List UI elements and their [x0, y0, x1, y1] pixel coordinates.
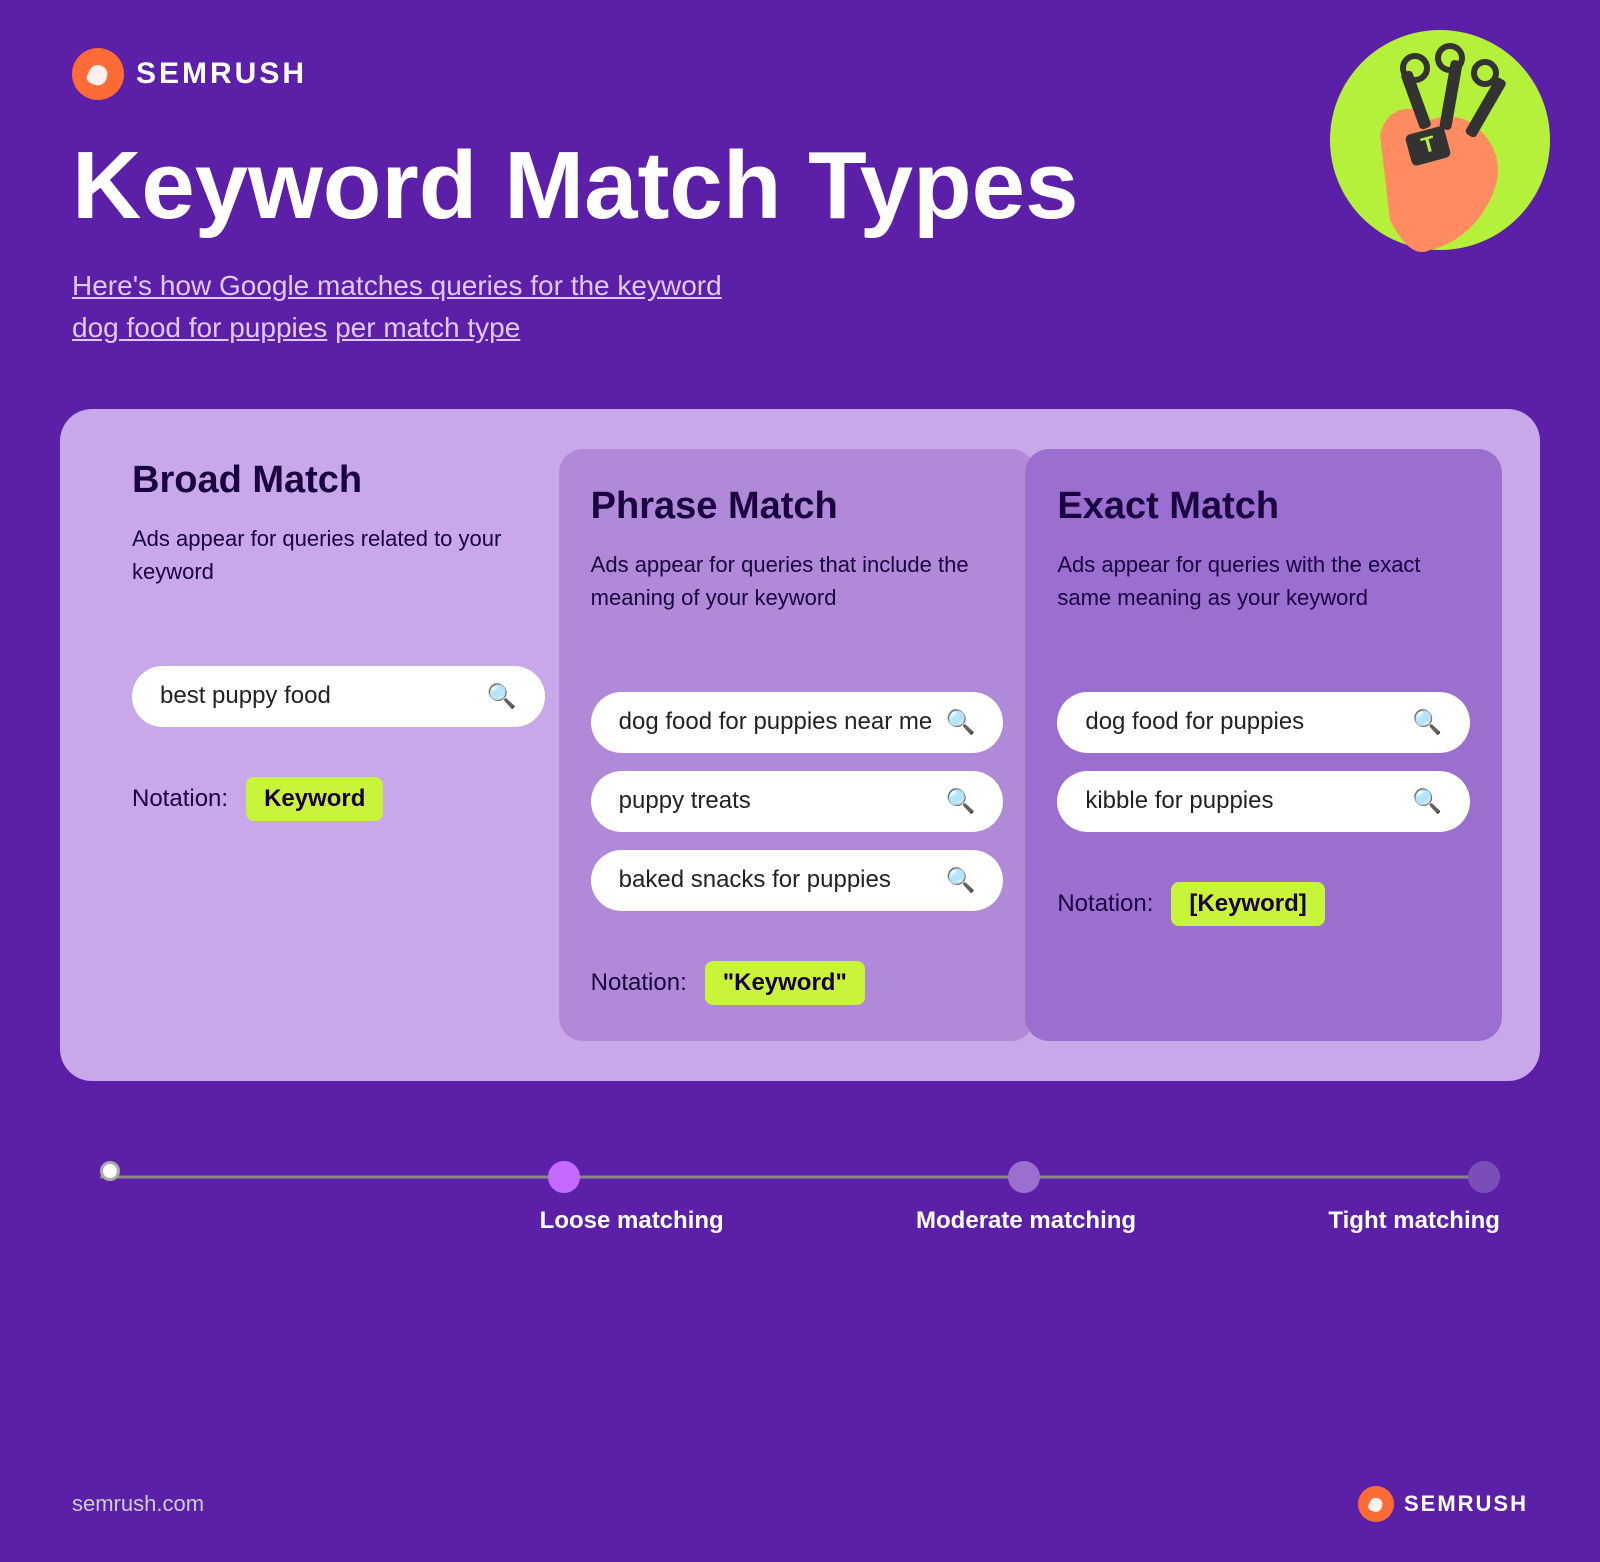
exact-match-queries: dog food for puppies 🔍 kibble for puppie…: [1057, 692, 1470, 832]
phrase-query-1-text: dog food for puppies near me: [619, 708, 933, 736]
exact-query-2: kibble for puppies 🔍: [1057, 771, 1470, 832]
timeline-label-moderate: Moderate matching: [916, 1207, 1136, 1235]
exact-notation-label: Notation:: [1057, 890, 1153, 918]
timeline-dot-start: [100, 1161, 120, 1181]
exact-query-1: dog food for puppies 🔍: [1057, 692, 1470, 753]
footer-brand-text: SEMRUSH: [1404, 1491, 1528, 1517]
timeline-label-loose: Loose matching: [540, 1207, 724, 1235]
broad-match-title: Broad Match: [132, 459, 545, 502]
timeline-spacer: [100, 1207, 347, 1235]
subtitle-keyword: dog food for puppies: [72, 312, 327, 343]
main-card: Broad Match Ads appear for queries relat…: [60, 409, 1540, 1081]
broad-query-1: best puppy food 🔍: [132, 666, 545, 727]
exact-notation-badge: [Keyword]: [1171, 882, 1324, 926]
timeline-section: Loose matching Moderate matching Tight m…: [0, 1121, 1600, 1265]
subtitle-prefix: Here's how Google matches queries for th…: [72, 270, 722, 301]
footer-url: semrush.com: [72, 1491, 204, 1517]
phrase-notation-label: Notation:: [591, 969, 687, 997]
broad-notation-row: Notation: Keyword: [132, 777, 545, 821]
search-icon: 🔍: [945, 787, 975, 816]
phrase-match-title: Phrase Match: [591, 485, 1004, 528]
footer-logo: SEMRUSH: [1358, 1486, 1528, 1522]
phrase-match-column: Phrase Match Ads appear for queries that…: [559, 449, 1036, 1041]
broad-match-description: Ads appear for queries related to your k…: [132, 522, 545, 622]
exact-notation-row: Notation: [Keyword]: [1057, 882, 1470, 926]
broad-notation-badge: Keyword: [246, 777, 383, 821]
phrase-query-3-text: baked snacks for puppies: [619, 866, 891, 894]
semrush-logo-icon: [72, 48, 124, 100]
search-icon: 🔍: [1412, 708, 1442, 737]
exact-match-description: Ads appear for queries with the exact sa…: [1057, 548, 1470, 648]
exact-query-1-text: dog food for puppies: [1085, 708, 1304, 736]
logo-text: SEMRUSH: [136, 57, 307, 91]
phrase-query-2: puppy treats 🔍: [591, 771, 1004, 832]
timeline-dot-loose: [548, 1161, 580, 1193]
subtitle-suffix-text: per match type: [335, 312, 520, 343]
timeline-track: [100, 1171, 1500, 1183]
timeline-dot-moderate: [1008, 1161, 1040, 1193]
phrase-notation-row: Notation: "Keyword": [591, 961, 1004, 1005]
broad-match-column: Broad Match Ads appear for queries relat…: [108, 459, 569, 1031]
phrase-query-2-text: puppy treats: [619, 787, 751, 815]
phrase-match-description: Ads appear for queries that include the …: [591, 548, 1004, 648]
phrase-match-queries: dog food for puppies near me 🔍 puppy tre…: [591, 692, 1004, 911]
timeline-label-tight: Tight matching: [1328, 1207, 1500, 1235]
header: SEMRUSH Keyword Match Types Here's how G…: [0, 0, 1600, 369]
footer: semrush.com SEMRUSH: [72, 1486, 1528, 1522]
phrase-query-3: baked snacks for puppies 🔍: [591, 850, 1004, 911]
broad-match-queries: best puppy food 🔍: [132, 666, 545, 727]
broad-query-1-text: best puppy food: [160, 682, 331, 710]
illustration: T: [1270, 20, 1550, 300]
exact-query-2-text: kibble for puppies: [1085, 787, 1273, 815]
exact-match-title: Exact Match: [1057, 485, 1470, 528]
search-icon: 🔍: [1412, 787, 1442, 816]
timeline-dot-tight: [1468, 1161, 1500, 1193]
phrase-query-1: dog food for puppies near me 🔍: [591, 692, 1004, 753]
broad-notation-label: Notation:: [132, 785, 228, 813]
search-icon: 🔍: [945, 866, 975, 895]
search-icon: 🔍: [487, 682, 517, 711]
footer-logo-icon: [1358, 1486, 1394, 1522]
exact-match-column: Exact Match Ads appear for queries with …: [1025, 449, 1502, 1041]
search-icon: 🔍: [945, 708, 975, 737]
timeline-dots: [100, 1161, 1500, 1193]
phrase-notation-badge: "Keyword": [705, 961, 865, 1005]
timeline-labels: Loose matching Moderate matching Tight m…: [100, 1207, 1500, 1235]
